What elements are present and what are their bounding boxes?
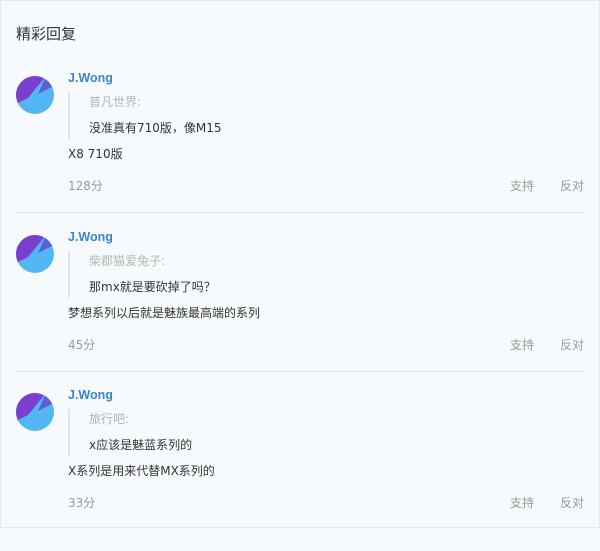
reply-text: 梦想系列以后就是魅族最高端的系列 — [68, 306, 261, 320]
support-button[interactable]: 支持 — [510, 495, 534, 511]
comment-item: J.Wong 旅行吧: x应该是魅蓝系列的 X系列是用来代替MX系列的 33分 … — [0, 388, 600, 551]
divider — [16, 212, 584, 213]
section-title: 精彩回复 — [16, 25, 77, 43]
quote-text: 没准真有710版，像M15 — [89, 121, 222, 135]
likes-count: 33分 — [68, 496, 96, 510]
quoted-comment: 旅行吧: x应该是魅蓝系列的 — [68, 409, 509, 456]
oppose-button[interactable]: 反对 — [560, 337, 584, 353]
username-link[interactable]: J.Wong — [68, 229, 113, 245]
quote-author: 普凡世界: — [89, 95, 142, 109]
divider — [16, 371, 584, 372]
avatar-icon[interactable] — [16, 76, 54, 114]
oppose-button[interactable]: 反对 — [560, 495, 584, 511]
quoted-comment: 柴郡猫爱兔子: 那mx就是要砍掉了吗？ — [68, 251, 509, 298]
quoted-comment: 普凡世界: 没准真有710版，像M15 — [68, 92, 509, 139]
reply-text: X系列是用来代替MX系列的 — [68, 464, 215, 478]
comment-item: J.Wong 普凡世界: 没准真有710版，像M15 X8 710版 128分 … — [0, 71, 600, 234]
avatar-icon[interactable] — [16, 393, 54, 431]
support-button[interactable]: 支持 — [510, 337, 534, 353]
reply-text: X8 710版 — [68, 147, 123, 161]
username-link[interactable]: J.Wong — [68, 387, 113, 403]
avatar-icon[interactable] — [16, 235, 54, 273]
oppose-button[interactable]: 反对 — [560, 178, 584, 194]
quote-text: x应该是魅蓝系列的 — [89, 438, 193, 452]
username-link[interactable]: J.Wong — [68, 70, 113, 86]
quote-author: 柴郡猫爱兔子: — [89, 254, 166, 268]
likes-count: 45分 — [68, 338, 96, 352]
quote-text: 那mx就是要砍掉了吗？ — [89, 280, 216, 294]
likes-count: 128分 — [68, 179, 103, 193]
support-button[interactable]: 支持 — [510, 178, 534, 194]
quote-author: 旅行吧: — [89, 412, 130, 426]
comment-item: J.Wong 柴郡猫爱兔子: 那mx就是要砍掉了吗？ 梦想系列以后就是魅族最高端… — [0, 230, 600, 393]
